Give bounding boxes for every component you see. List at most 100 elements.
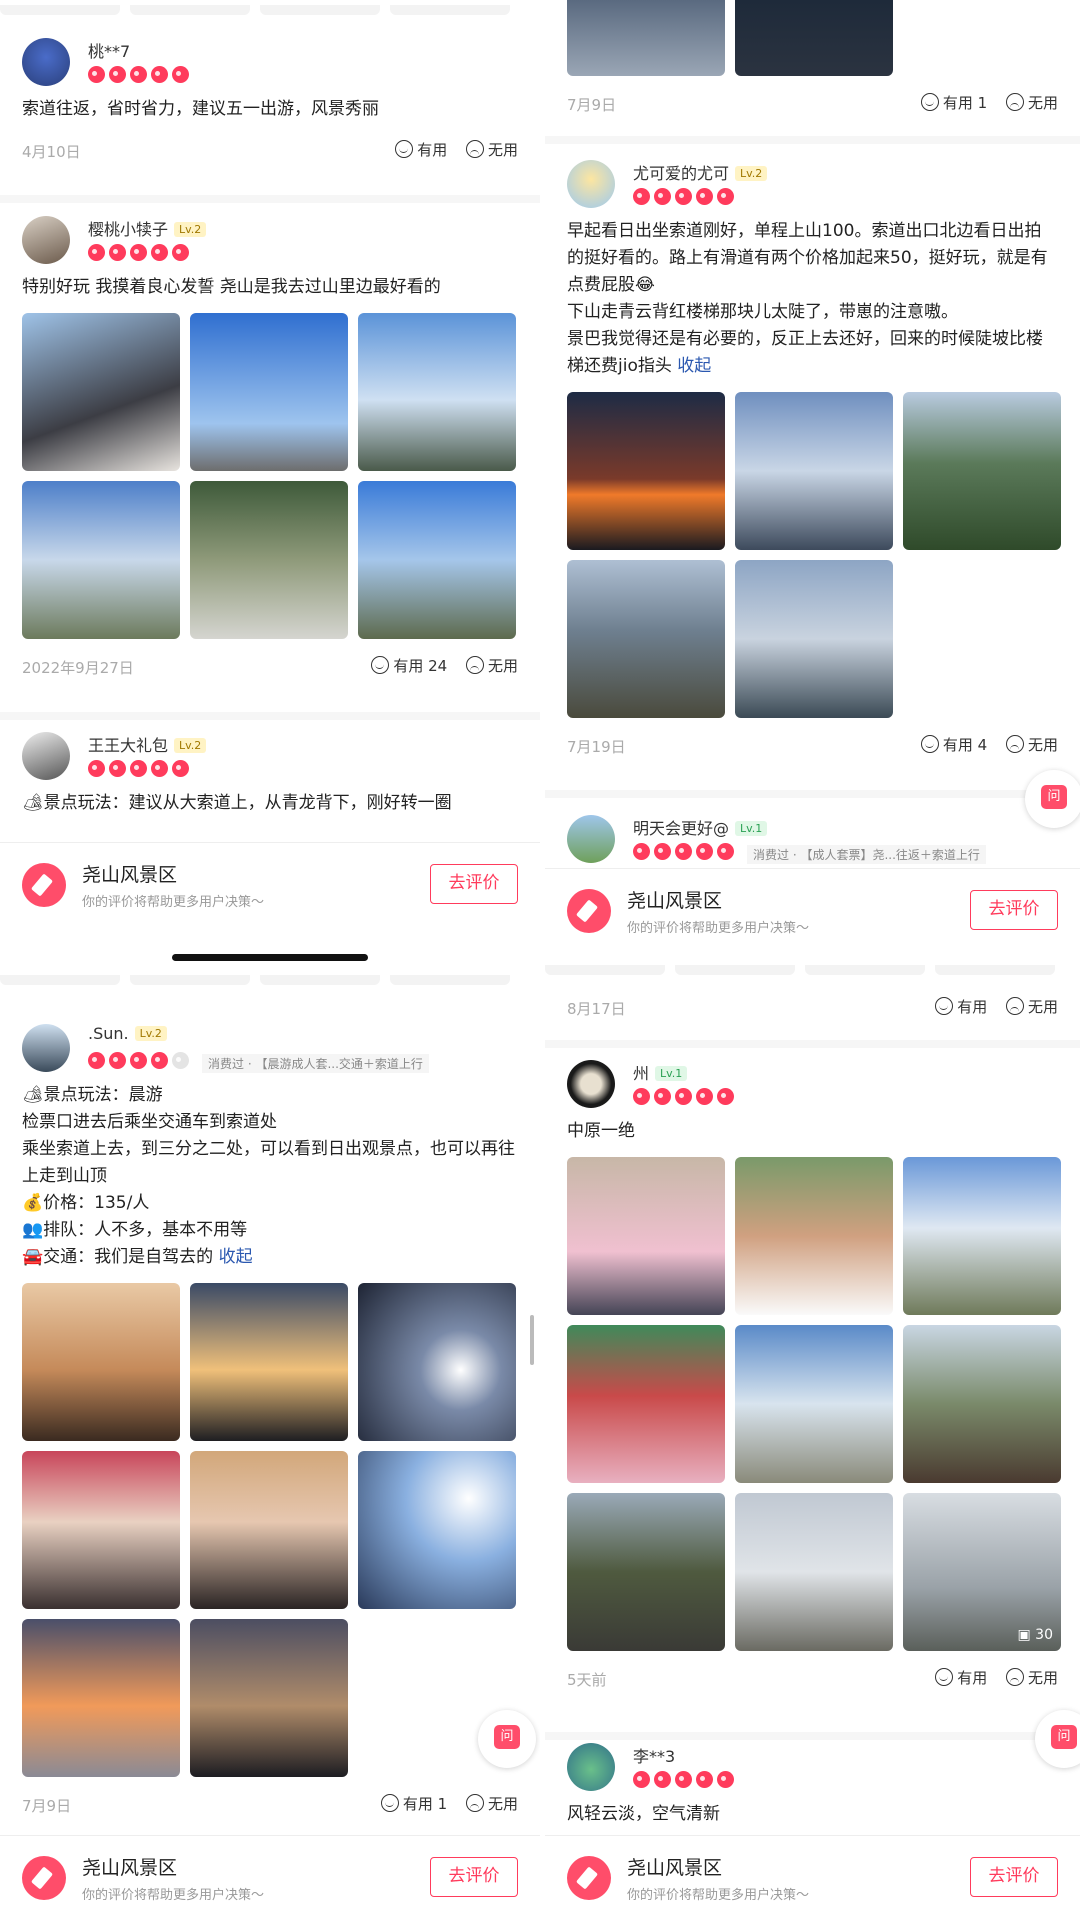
avatar[interactable]	[22, 216, 70, 264]
review-photo[interactable]	[735, 392, 893, 550]
review-item: 8月17日 有用 无用	[567, 980, 1058, 1026]
review-text: 🏕景点玩法：建议从大索道上，从青龙背下，刚好转一圈	[22, 793, 452, 813]
review-photo[interactable]	[358, 313, 516, 471]
bar-subtitle: 你的评价将帮助更多用户决策～	[627, 921, 810, 936]
useless-button[interactable]: 无用	[1005, 93, 1058, 112]
avatar[interactable]	[22, 732, 70, 780]
review-photo[interactable]	[567, 1493, 725, 1651]
helpful-button[interactable]: 有用 24	[371, 656, 447, 675]
write-review-button[interactable]: 去评价	[970, 1857, 1058, 1897]
pen-icon	[567, 889, 611, 933]
helpful-button[interactable]: 有用	[935, 997, 987, 1016]
star-rating	[633, 1088, 738, 1106]
star-rating	[88, 760, 193, 778]
review-date: 7月9日	[22, 1797, 72, 1815]
review-photo[interactable]	[190, 313, 348, 471]
username[interactable]: 桃**7	[88, 38, 130, 62]
username[interactable]: 李**3	[633, 1743, 675, 1767]
review-text: 风轻云淡，空气清新	[567, 1804, 720, 1824]
review-photo[interactable]	[22, 1283, 180, 1441]
collapse-link[interactable]: 收起	[677, 356, 711, 376]
review-photo[interactable]	[567, 560, 725, 718]
consumed-tag: 消费过 · 【晨游成人套...交通＋索道上行	[202, 1054, 429, 1073]
ask-button[interactable]: 问	[1025, 770, 1080, 828]
collapse-link[interactable]: 收起	[219, 1247, 253, 1267]
useless-button[interactable]: 无用	[1005, 735, 1058, 754]
avatar[interactable]	[567, 160, 615, 208]
bar-subtitle: 你的评价将帮助更多用户决策～	[627, 1888, 810, 1903]
review-item: 李**3 风轻云淡，空气清新	[567, 1743, 1058, 1828]
useless-button[interactable]: 无用	[465, 140, 518, 159]
review-photo[interactable]	[190, 1451, 348, 1609]
review-photo[interactable]	[22, 313, 180, 471]
helpful-button[interactable]: 有用	[395, 140, 447, 159]
review-photo[interactable]	[567, 1325, 725, 1483]
smile-icon	[395, 140, 414, 158]
review-item: 州 Lv.1 中原一绝 ▣ 30 5天前 有用 无用	[567, 1060, 1061, 1697]
filter-tabs[interactable]	[0, 0, 540, 15]
review-photo[interactable]	[567, 1157, 725, 1315]
ask-button[interactable]: 问	[478, 1710, 536, 1768]
write-review-button[interactable]: 去评价	[430, 1857, 518, 1897]
review-photo[interactable]	[567, 0, 725, 76]
review-item: .Sun. Lv.2 消费过 · 【晨游成人套...交通＋索道上行 🏕景点玩法：晨…	[22, 1024, 518, 1823]
write-review-button[interactable]: 去评价	[430, 864, 518, 904]
helpful-button[interactable]: 有用 1	[380, 1794, 447, 1813]
review-photo[interactable]	[190, 1619, 348, 1777]
avatar[interactable]	[567, 815, 615, 863]
review-item: 樱桃小犊子 Lv.2 特别好玩 我摸着良心发誓 尧山是我去过山里边最好看的 202…	[22, 216, 518, 685]
review-photo[interactable]	[358, 1283, 516, 1441]
helpful-button[interactable]: 有用 4	[920, 735, 987, 754]
star-rating	[88, 66, 193, 84]
review-photo[interactable]	[358, 1451, 516, 1609]
filter-tabs[interactable]	[0, 970, 540, 985]
review-photo[interactable]	[567, 392, 725, 550]
review-date: 2022年9月27日	[22, 659, 134, 677]
review-photo[interactable]	[735, 1325, 893, 1483]
review-photo[interactable]	[190, 1283, 348, 1441]
review-photo[interactable]: ▣ 30	[903, 1493, 1061, 1651]
review-photo[interactable]	[735, 560, 893, 718]
username[interactable]: 尤可爱的尤可 Lv.2	[633, 160, 768, 184]
avatar[interactable]	[22, 1024, 70, 1072]
review-photo[interactable]	[903, 1157, 1061, 1315]
scenic-name: 尧山风景区	[82, 864, 178, 886]
review-photo[interactable]	[22, 1451, 180, 1609]
review-photo[interactable]	[903, 1325, 1061, 1483]
review-photo[interactable]	[22, 481, 180, 639]
frown-icon	[1005, 93, 1024, 111]
avatar[interactable]	[567, 1060, 615, 1108]
review-item: 尤可爱的尤可 Lv.2 早起看日出坐索道刚好，单程上山100。索道出口北边看日出拍…	[567, 160, 1061, 764]
review-photo[interactable]	[358, 481, 516, 639]
review-photo[interactable]	[735, 1493, 893, 1651]
useless-button[interactable]: 无用	[465, 656, 518, 675]
review-photo[interactable]	[22, 1619, 180, 1777]
write-review-button[interactable]: 去评价	[970, 890, 1058, 930]
review-photo[interactable]	[735, 0, 893, 76]
smile-icon	[380, 1794, 399, 1812]
useless-button[interactable]: 无用	[1005, 1668, 1058, 1687]
useless-button[interactable]: 无用	[465, 1794, 518, 1813]
username[interactable]: 明天会更好@ Lv.1	[633, 815, 768, 839]
scenic-name: 尧山风景区	[627, 1857, 723, 1879]
photo-grid	[22, 313, 518, 639]
review-photo[interactable]	[735, 1157, 893, 1315]
review-date: 5天前	[567, 1671, 607, 1689]
avatar[interactable]	[567, 1743, 615, 1791]
helpful-button[interactable]: 有用	[935, 1668, 987, 1687]
pen-icon	[567, 1856, 611, 1900]
username[interactable]: .Sun. Lv.2	[88, 1024, 167, 1043]
helpful-button[interactable]: 有用 1	[920, 93, 987, 112]
username[interactable]: 樱桃小犊子 Lv.2	[88, 216, 207, 240]
review-photo[interactable]	[190, 481, 348, 639]
avatar[interactable]	[22, 38, 70, 86]
filter-tabs[interactable]	[545, 960, 1080, 975]
username[interactable]: 王王大礼包 Lv.2	[88, 732, 207, 756]
useless-button[interactable]: 无用	[1005, 997, 1058, 1016]
bottom-review-bar: 尧山风景区 你的评价将帮助更多用户决策～ 去评价	[545, 868, 1080, 953]
screenshot-panel-bottom-left: .Sun. Lv.2 消费过 · 【晨游成人套...交通＋索道上行 🏕景点玩法：晨…	[0, 970, 540, 1920]
review-photo[interactable]	[903, 392, 1061, 550]
scrollbar[interactable]	[530, 1315, 534, 1365]
username[interactable]: 州 Lv.1	[633, 1060, 688, 1084]
ask-icon: 问	[494, 1725, 520, 1749]
